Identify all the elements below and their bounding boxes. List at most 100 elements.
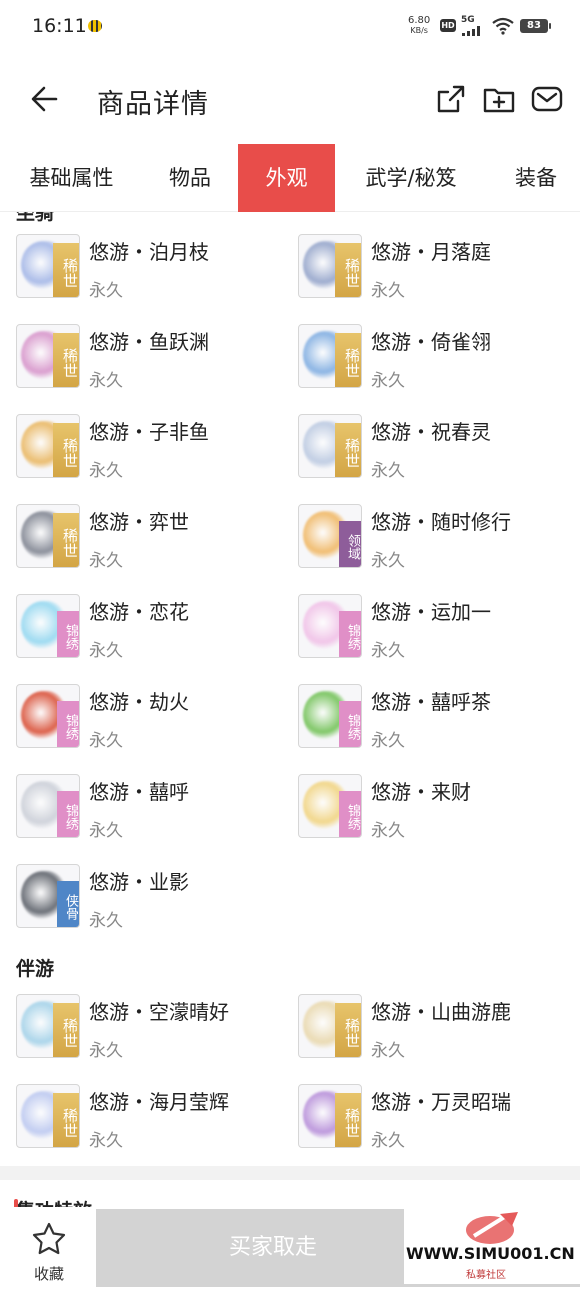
item-name: 悠游・海月莹辉 <box>89 1090 229 1114</box>
battery-icon: 83 <box>520 19 551 33</box>
hd-icon: HD <box>440 19 456 32</box>
item-name: 悠游・来财 <box>371 780 471 804</box>
item-name: 悠游・月落庭 <box>371 240 491 264</box>
status-bar: 16:11 6.80 KB/s HD 5G 83 <box>0 0 580 56</box>
item-thumbnail: 稀世 <box>16 504 80 568</box>
item-name: 悠游・运加一 <box>371 600 491 624</box>
rarity-badge: 锦绣 <box>57 611 79 657</box>
item-thumbnail: 稀世 <box>298 324 362 388</box>
item-duration: 永久 <box>371 461 405 481</box>
rarity-badge: 稀世 <box>53 423 79 477</box>
appearance-item[interactable]: 稀世 悠游・鱼跃渊 永久 <box>16 324 286 394</box>
appearance-list: 坐骑 稀世 悠游・泊月枝 永久 稀世 悠游・月落庭 永久 稀世 悠游・鱼跃渊 永久 稀世 悠游・倚雀… <box>0 212 580 1170</box>
item-thumbnail: 稀世 <box>16 994 80 1058</box>
item-name: 悠游・山曲游鹿 <box>371 1000 511 1024</box>
appearance-item[interactable]: 稀世 悠游・万灵昭瑞 永久 <box>298 1084 568 1154</box>
rarity-badge: 锦绣 <box>339 791 361 837</box>
item-duration: 永久 <box>371 551 405 571</box>
appearance-item[interactable]: 锦绣 悠游・恋花永久 <box>16 594 286 664</box>
item-duration: 永久 <box>89 911 123 931</box>
appearance-item[interactable]: 稀世 悠游・空濛晴好 永久 <box>16 994 286 1064</box>
rarity-badge: 稀世 <box>53 1003 79 1057</box>
rarity-badge: 领域 <box>339 521 361 567</box>
item-name: 悠游・劫火 <box>89 690 189 714</box>
item-thumbnail: 稀世 <box>298 234 362 298</box>
appearance-item[interactable]: 稀世 悠游・泊月枝 永久 <box>16 234 286 304</box>
appearance-item[interactable]: 稀世 悠游・山曲游鹿 永久 <box>298 994 568 1064</box>
appearance-item[interactable]: 锦绣 悠游・运加一 永久 <box>298 594 568 664</box>
item-thumbnail: 稀世 <box>16 1084 80 1148</box>
rarity-badge: 稀世 <box>335 243 361 297</box>
item-duration: 永久 <box>89 551 123 571</box>
rarity-badge: 锦绣 <box>339 611 361 657</box>
signal-icon <box>462 26 484 36</box>
appearance-item[interactable]: 稀世 悠游・海月莹辉永久 <box>16 1084 286 1154</box>
tab-martial-arts[interactable]: 武学/秘笈 <box>352 144 470 212</box>
rarity-badge: 稀世 <box>53 1093 79 1147</box>
favorite-button[interactable]: 收藏 <box>22 1219 76 1285</box>
item-duration: 永久 <box>371 281 405 301</box>
favorite-label: 收藏 <box>33 1265 64 1283</box>
item-name: 悠游・恋花 <box>89 600 189 624</box>
appearance-item[interactable]: 锦绣 悠游・来财 永久 <box>298 774 568 844</box>
item-thumbnail: 锦绣 <box>16 684 80 748</box>
rarity-badge: 锦绣 <box>57 791 79 837</box>
wifi-icon <box>492 17 514 35</box>
item-name: 悠游・弈世 <box>89 510 189 534</box>
item-duration: 永久 <box>89 1131 123 1151</box>
rarity-badge: 稀世 <box>53 243 79 297</box>
tab-appearance[interactable]: 外观 <box>238 144 335 212</box>
network-type: 5G <box>461 15 475 25</box>
item-thumbnail: 稀世 <box>16 414 80 478</box>
bee-icon <box>88 20 102 32</box>
appearance-item[interactable]: 稀世 悠游・月落庭永久 <box>298 234 568 304</box>
item-thumbnail: 稀世 <box>298 994 362 1058</box>
appearance-item[interactable]: 稀世 悠游・祝春灵 永久 <box>298 414 568 484</box>
item-duration: 永久 <box>371 371 405 391</box>
page-title: 商品详情 <box>97 89 209 120</box>
rarity-badge: 侠骨 <box>57 881 79 927</box>
rarity-badge: 稀世 <box>53 333 79 387</box>
item-thumbnail: 稀世 <box>16 324 80 388</box>
rarity-badge: 稀世 <box>335 1093 361 1147</box>
section-divider <box>0 1166 580 1180</box>
star-icon <box>32 1222 66 1255</box>
item-duration: 永久 <box>89 461 123 481</box>
watermark-logo: WWW.SIMU001.CN 私募社区 <box>404 1208 580 1284</box>
rarity-badge: 稀世 <box>335 333 361 387</box>
appearance-item[interactable]: 稀世 悠游・子非鱼 永久 <box>16 414 286 484</box>
item-duration: 永久 <box>371 1131 405 1151</box>
appearance-item[interactable]: 锦绣 悠游・囍呼 永久 <box>16 774 286 844</box>
item-duration: 永久 <box>89 1041 123 1061</box>
back-arrow-icon[interactable] <box>26 80 66 118</box>
appearance-item[interactable]: 侠骨 悠游・业影 永久 <box>16 864 286 934</box>
watermark-subtext: 私募社区 <box>466 1270 506 1281</box>
status-time: 16:11 <box>32 15 87 37</box>
message-icon[interactable] <box>530 82 564 116</box>
appearance-item[interactable]: 领域 悠游・随时修行 永久 <box>298 504 568 574</box>
item-duration: 永久 <box>371 731 405 751</box>
share-icon[interactable] <box>434 82 468 116</box>
item-thumbnail: 稀世 <box>298 1084 362 1148</box>
network-speed: 6.80 KB/s <box>408 16 430 36</box>
network-speed-unit: KB/s <box>410 26 428 35</box>
item-duration: 永久 <box>89 821 123 841</box>
folder-add-icon[interactable] <box>482 82 516 116</box>
item-duration: 永久 <box>89 371 123 391</box>
section-title-companion: 伴游 <box>16 958 55 980</box>
item-thumbnail: 稀世 <box>298 414 362 478</box>
tab-items[interactable]: 物品 <box>148 144 232 212</box>
watermark-logo-mark <box>466 1212 518 1244</box>
tab-bar: 基础属性 物品 外观 武学/秘笈 装备 <box>0 144 580 212</box>
item-duration: 永久 <box>89 641 123 661</box>
appearance-item[interactable]: 锦绣 悠游・劫火 永久 <box>16 684 286 754</box>
item-name: 悠游・囍呼茶 <box>371 690 491 714</box>
tab-equipment[interactable]: 装备 <box>500 144 572 212</box>
item-thumbnail: 锦绣 <box>16 594 80 658</box>
rarity-badge: 稀世 <box>53 513 79 567</box>
appearance-item[interactable]: 稀世 悠游・倚雀翎 永久 <box>298 324 568 394</box>
item-thumbnail: 稀世 <box>16 234 80 298</box>
appearance-item[interactable]: 锦绣 悠游・囍呼茶 永久 <box>298 684 568 754</box>
tab-basic-attributes[interactable]: 基础属性 <box>14 144 129 212</box>
appearance-item[interactable]: 稀世 悠游・弈世永久 <box>16 504 286 574</box>
